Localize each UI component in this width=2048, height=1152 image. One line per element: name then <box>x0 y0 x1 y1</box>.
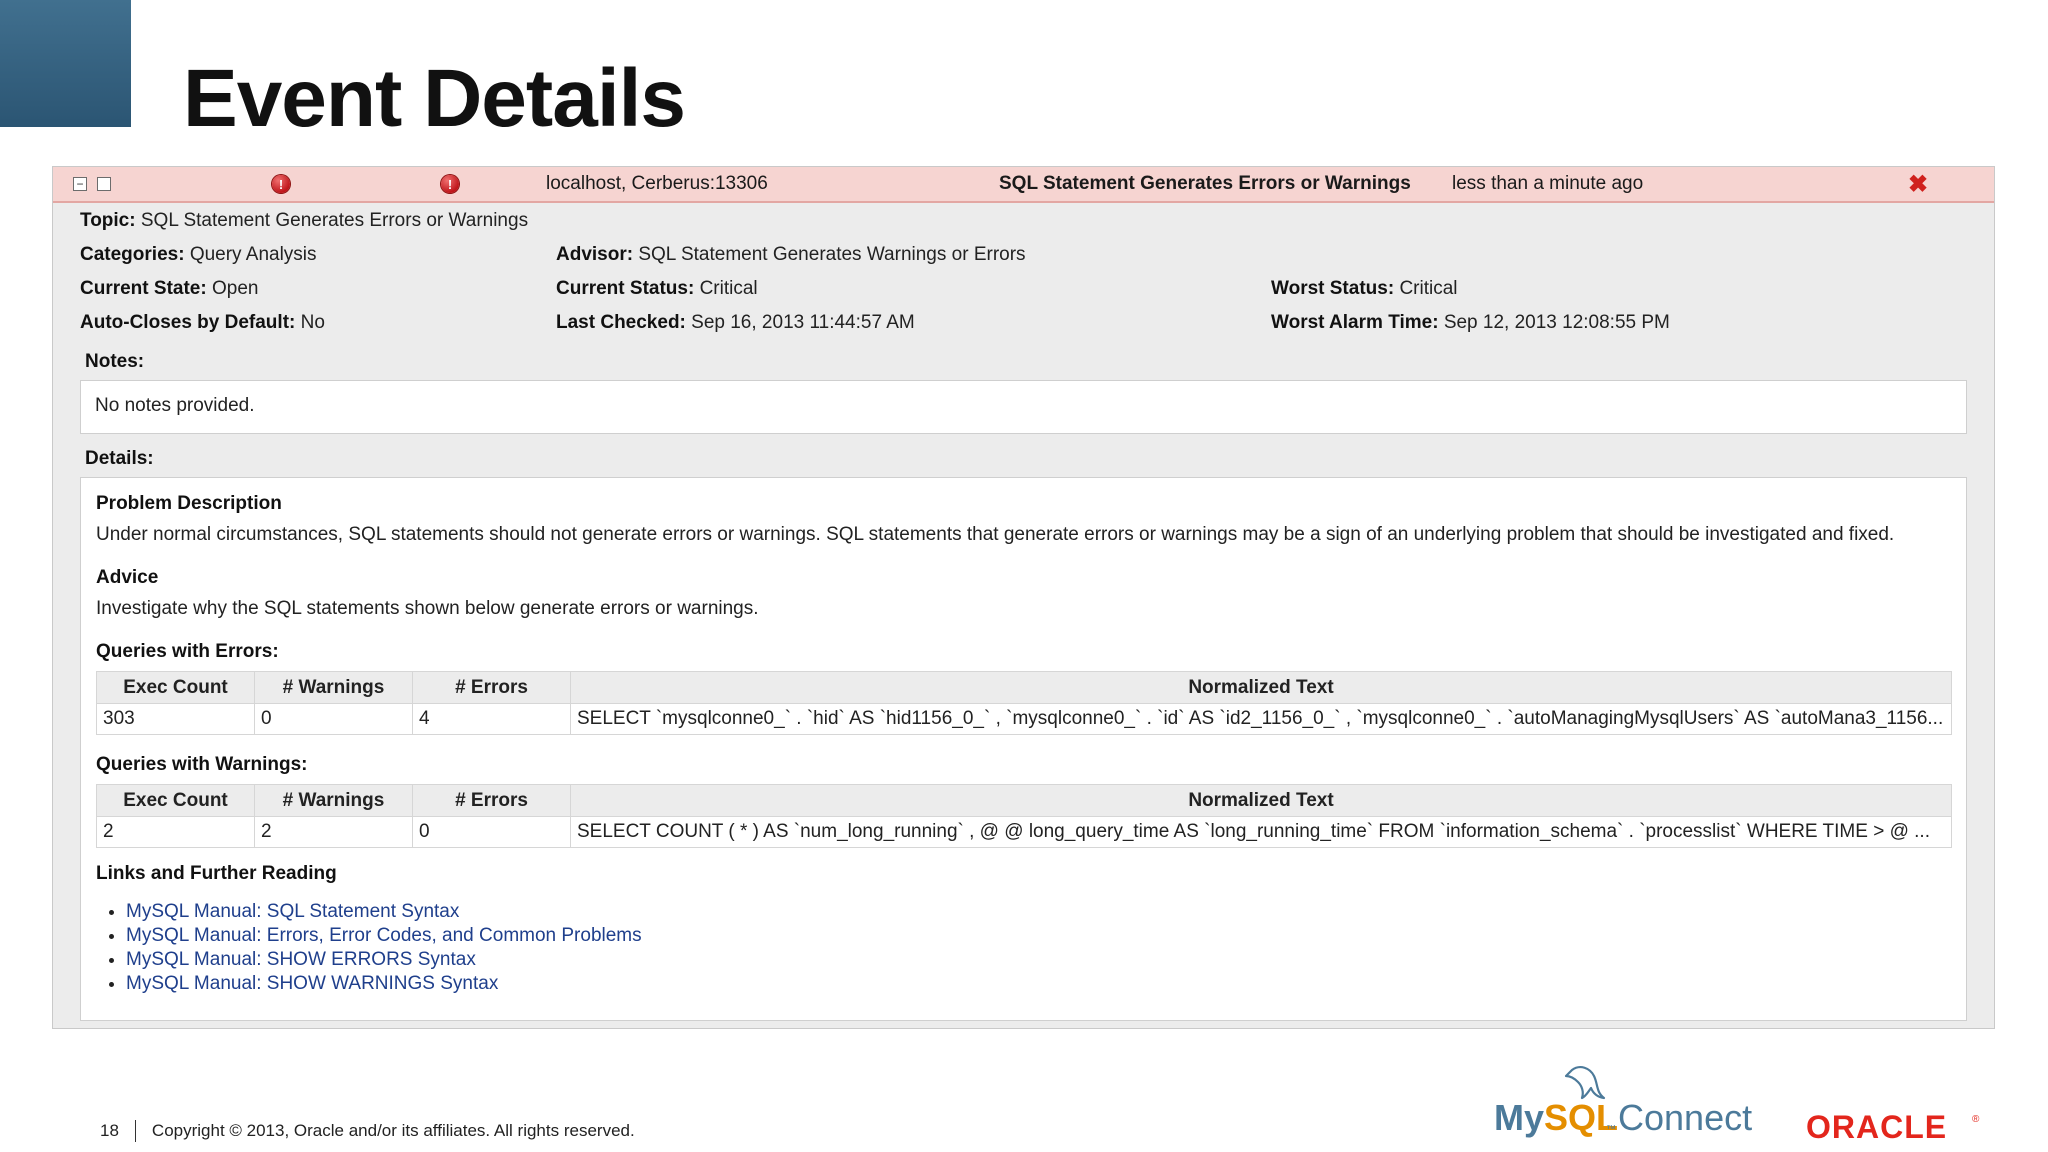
column-header-normalized-text[interactable]: Normalized Text <box>570 671 1952 704</box>
details-box: Problem Description Under normal circums… <box>80 477 1967 1021</box>
worst-alarm-time-field: Worst Alarm Time: Sep 12, 2013 12:08:55 … <box>1271 312 1670 334</box>
queries-with-errors-heading: Queries with Errors: <box>96 641 279 662</box>
normalized-text-cell[interactable]: SELECT COUNT ( * ) AS `num_long_running`… <box>570 816 1952 848</box>
auto-closes-value: No <box>300 312 325 333</box>
problem-description-heading: Problem Description <box>96 493 282 514</box>
column-header-warnings[interactable]: # Warnings <box>254 671 413 704</box>
links-list: MySQL Manual: SQL Statement Syntax MySQL… <box>96 900 642 996</box>
details-label: Details: <box>85 448 154 469</box>
link-errors-error-codes[interactable]: MySQL Manual: Errors, Error Codes, and C… <box>126 925 642 946</box>
warnings-cell: 0 <box>254 703 413 735</box>
notes-label: Notes: <box>85 351 145 372</box>
auto-closes-field: Auto-Closes by Default: No <box>80 312 325 334</box>
corner-decoration <box>0 0 131 127</box>
categories-value: Query Analysis <box>189 244 317 265</box>
close-icon[interactable]: ✖ <box>1908 170 1928 199</box>
list-item: MySQL Manual: SHOW WARNINGS Syntax <box>126 972 642 996</box>
current-status-field: Current Status: Critical <box>556 278 758 300</box>
links-heading: Links and Further Reading <box>96 863 337 884</box>
current-state-value: Open <box>211 278 259 299</box>
table-row[interactable]: 2 2 0 SELECT COUNT ( * ) AS `num_long_ru… <box>96 816 1952 848</box>
exec-count-cell: 2 <box>96 816 255 848</box>
link-show-errors-syntax[interactable]: MySQL Manual: SHOW ERRORS Syntax <box>126 949 476 970</box>
column-header-exec-count[interactable]: Exec Count <box>96 784 255 817</box>
footer-divider <box>134 1120 136 1142</box>
worst-status-label: Worst Status: <box>1271 278 1395 299</box>
link-show-warnings-syntax[interactable]: MySQL Manual: SHOW WARNINGS Syntax <box>126 973 498 994</box>
worst-alarm-time-label: Worst Alarm Time: <box>1271 312 1439 333</box>
column-header-errors[interactable]: # Errors <box>412 671 571 704</box>
warnings-cell: 2 <box>254 816 413 848</box>
normalized-text-cell[interactable]: SELECT `mysqlconne0_` . `hid` AS `hid115… <box>570 703 1952 735</box>
slide-title: Event Details <box>183 53 686 144</box>
last-checked-value: Sep 16, 2013 11:44:57 AM <box>691 312 915 333</box>
errors-cell: 0 <box>412 816 571 848</box>
current-state-label: Current State: <box>80 278 207 299</box>
last-checked-label: Last Checked: <box>556 312 686 333</box>
dolphin-icon <box>1564 1066 1606 1100</box>
advisor-label: Advisor: <box>556 244 634 265</box>
queries-with-warnings-heading: Queries with Warnings: <box>96 754 308 775</box>
oracle-text: ORACLE <box>1806 1110 1947 1142</box>
table-header-row: Exec Count # Warnings # Errors Normalize… <box>96 784 1952 817</box>
problem-description-text: Under normal circumstances, SQL statemen… <box>96 524 1895 545</box>
error-icon: ! <box>272 175 290 193</box>
list-item: MySQL Manual: SQL Statement Syntax <box>126 900 642 924</box>
worst-alarm-time-value: Sep 12, 2013 12:08:55 PM <box>1443 312 1670 333</box>
categories-field: Categories: Query Analysis <box>80 244 317 266</box>
mysql-trademark: ™ <box>1606 1124 1616 1135</box>
categories-label: Categories: <box>80 244 185 265</box>
checkbox-icon[interactable] <box>97 177 111 191</box>
event-header: − ! ! localhost, Cerberus:13306 SQL Stat… <box>53 167 1994 203</box>
mysql-text: MySQL <box>1494 1097 1618 1138</box>
collapse-icon[interactable]: − <box>73 177 87 191</box>
advisor-value: SQL Statement Generates Warnings or Erro… <box>638 244 1026 265</box>
topic-value: SQL Statement Generates Errors or Warnin… <box>140 210 529 231</box>
exec-count-cell: 303 <box>96 703 255 735</box>
advice-heading: Advice <box>96 567 159 588</box>
advice-text: Investigate why the SQL statements shown… <box>96 598 759 619</box>
worst-status-value: Critical <box>1399 278 1458 299</box>
current-state-field: Current State: Open <box>80 278 258 300</box>
list-item: MySQL Manual: SHOW ERRORS Syntax <box>126 948 642 972</box>
errors-cell: 4 <box>412 703 571 735</box>
event-panel: − ! ! localhost, Cerberus:13306 SQL Stat… <box>52 166 1995 1029</box>
page-number: 18 <box>100 1121 119 1140</box>
warnings-table: Exec Count # Warnings # Errors Normalize… <box>96 784 1952 848</box>
footer: 18 Copyright © 2013, Oracle and/or its a… <box>100 1120 635 1142</box>
current-status-label: Current Status: <box>556 278 695 299</box>
notes-text: No notes provided. <box>95 395 255 416</box>
mysql-connect-logo: MySQL ™ Connect <box>1494 1066 1752 1138</box>
connect-text: Connect <box>1618 1097 1752 1138</box>
table-header-row: Exec Count # Warnings # Errors Normalize… <box>96 671 1952 704</box>
topic-label: Topic: <box>80 210 136 231</box>
current-status-indicator: ! <box>272 167 290 201</box>
collapse-toggle[interactable]: − <box>73 167 87 201</box>
select-checkbox[interactable] <box>97 167 111 201</box>
worst-status-indicator: ! <box>441 167 459 201</box>
table-row[interactable]: 303 0 4 SELECT `mysqlconne0_` . `hid` AS… <box>96 703 1952 735</box>
column-header-warnings[interactable]: # Warnings <box>254 784 413 817</box>
worst-status-field: Worst Status: Critical <box>1271 278 1458 300</box>
event-title[interactable]: SQL Statement Generates Errors or Warnin… <box>999 167 1411 201</box>
column-header-errors[interactable]: # Errors <box>412 784 571 817</box>
errors-table: Exec Count # Warnings # Errors Normalize… <box>96 671 1952 735</box>
topic-field: Topic: SQL Statement Generates Errors or… <box>80 210 528 232</box>
close-button[interactable]: ✖ <box>1908 167 1928 201</box>
current-status-value: Critical <box>699 278 758 299</box>
column-header-normalized-text[interactable]: Normalized Text <box>570 784 1952 817</box>
event-time: less than a minute ago <box>1452 173 1644 194</box>
oracle-registered: ® <box>1972 1114 1980 1125</box>
link-sql-statement-syntax[interactable]: MySQL Manual: SQL Statement Syntax <box>126 901 459 922</box>
column-header-exec-count[interactable]: Exec Count <box>96 671 255 704</box>
event-host[interactable]: localhost, Cerberus:13306 <box>546 167 768 201</box>
error-icon: ! <box>441 175 459 193</box>
advisor-field: Advisor: SQL Statement Generates Warning… <box>556 244 1026 266</box>
notes-box: No notes provided. <box>80 380 1967 434</box>
oracle-logo: ORACLE ® <box>1806 1110 1980 1142</box>
last-checked-field: Last Checked: Sep 16, 2013 11:44:57 AM <box>556 312 915 334</box>
list-item: MySQL Manual: Errors, Error Codes, and C… <box>126 924 642 948</box>
auto-closes-label: Auto-Closes by Default: <box>80 312 296 333</box>
copyright-text: Copyright © 2013, Oracle and/or its affi… <box>151 1121 635 1140</box>
